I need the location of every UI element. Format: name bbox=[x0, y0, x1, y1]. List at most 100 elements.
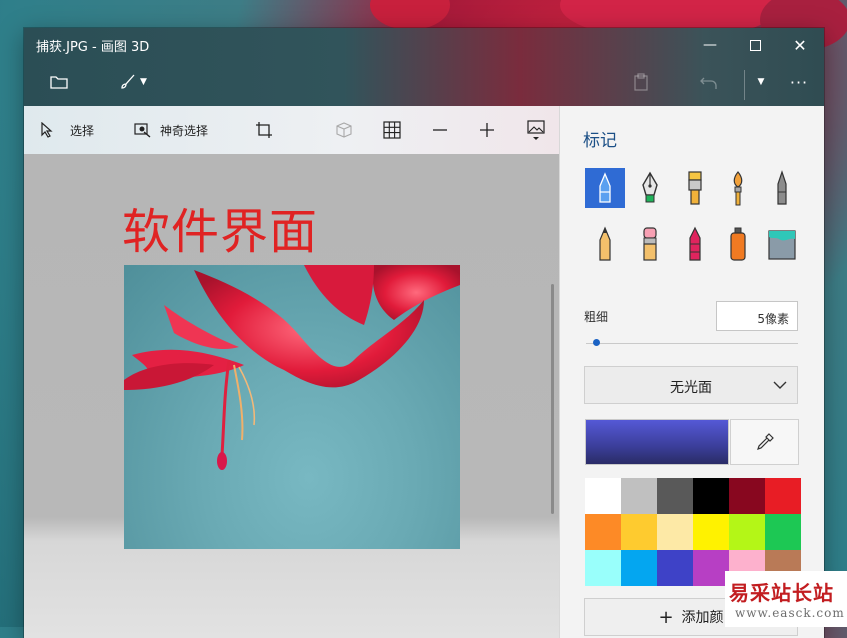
color-swatch[interactable] bbox=[657, 478, 693, 514]
thickness-slider-thumb[interactable] bbox=[592, 339, 600, 346]
3d-view-icon bbox=[336, 122, 352, 138]
marker-brush[interactable] bbox=[585, 168, 625, 208]
eyedropper-icon bbox=[756, 433, 774, 450]
paint3d-window: 捕获.JPG - 画图 3D — ✕ ▼ ▼ ··· 选择 神奇选择 软件界面 … bbox=[24, 28, 824, 638]
canvas-toolbar: 选择 神奇选择 bbox=[24, 106, 559, 154]
pixel-pen-brush[interactable] bbox=[762, 168, 802, 208]
minimize-button[interactable]: — bbox=[690, 32, 730, 58]
color-swatch[interactable] bbox=[657, 514, 693, 550]
pencil-icon bbox=[599, 226, 611, 261]
plus-icon bbox=[480, 123, 494, 137]
toolbar-divider bbox=[744, 70, 745, 100]
image-options-button[interactable] bbox=[527, 106, 545, 154]
eraser-brush[interactable] bbox=[630, 224, 670, 264]
color-swatch[interactable] bbox=[729, 514, 765, 550]
add-color-label: 添加颜 bbox=[681, 610, 724, 626]
paste-button[interactable] bbox=[628, 68, 654, 96]
close-button[interactable]: ✕ bbox=[780, 32, 820, 58]
grid-icon bbox=[383, 121, 401, 139]
image-icon bbox=[527, 120, 545, 140]
spray-can-icon bbox=[730, 227, 746, 261]
history-menu-button[interactable]: ▼ bbox=[751, 68, 771, 96]
thickness-label: 粗细 bbox=[584, 310, 609, 324]
color-swatch[interactable] bbox=[585, 514, 621, 550]
brush-menu-button[interactable]: ▼ bbox=[114, 68, 152, 96]
window-title: 捕获.JPG - 画图 3D bbox=[36, 40, 150, 55]
color-swatch[interactable] bbox=[765, 478, 801, 514]
titlebar: 捕获.JPG - 画图 3D — ✕ ▼ ▼ ··· bbox=[24, 28, 824, 106]
pencil-brush[interactable] bbox=[585, 224, 625, 264]
color-swatch[interactable] bbox=[621, 478, 657, 514]
watercolor-brush[interactable] bbox=[718, 168, 758, 208]
watermark-sub: www.easck.com bbox=[735, 606, 845, 620]
color-swatch[interactable] bbox=[621, 550, 657, 586]
crayon-brush[interactable] bbox=[675, 224, 715, 264]
fill-bucket-brush[interactable] bbox=[762, 224, 802, 264]
undo-icon bbox=[700, 77, 717, 89]
crop-icon bbox=[256, 122, 272, 138]
chevron-down-icon: ▼ bbox=[140, 77, 147, 87]
watermark-main: 易采站长站 bbox=[729, 581, 834, 605]
color-palette bbox=[585, 478, 801, 586]
marker-icon bbox=[599, 172, 611, 203]
color-swatch[interactable] bbox=[693, 514, 729, 550]
brush-icon bbox=[121, 74, 135, 89]
color-swatch[interactable] bbox=[729, 478, 765, 514]
thickness-input[interactable]: 5像素 bbox=[716, 301, 798, 331]
fill-bucket-icon bbox=[768, 230, 796, 260]
3d-view-button[interactable] bbox=[335, 106, 353, 154]
color-swatch[interactable] bbox=[693, 550, 729, 586]
menu-button[interactable] bbox=[46, 68, 72, 96]
grid-button[interactable] bbox=[383, 106, 401, 154]
undo-button[interactable] bbox=[696, 68, 722, 96]
plus-icon: + bbox=[658, 606, 674, 628]
canvas-heading: 软件界面 bbox=[122, 204, 319, 260]
minus-icon bbox=[433, 129, 447, 131]
crop-tool[interactable] bbox=[255, 106, 273, 154]
canvas-area[interactable]: 软件界面 bbox=[24, 154, 559, 638]
thickness-slider[interactable] bbox=[586, 343, 798, 344]
eraser-icon bbox=[643, 227, 657, 261]
magic-select-tool[interactable]: 神奇选择 bbox=[134, 106, 208, 154]
zoom-in-button[interactable] bbox=[479, 106, 495, 154]
background-petal bbox=[370, 0, 450, 30]
spray-can-brush[interactable] bbox=[718, 224, 758, 264]
zoom-out-button[interactable] bbox=[432, 106, 448, 154]
color-swatch[interactable] bbox=[657, 550, 693, 586]
oil-brush[interactable] bbox=[675, 168, 715, 208]
calligraphy-pen-icon bbox=[642, 171, 658, 203]
maximize-button[interactable] bbox=[735, 32, 775, 58]
oil-brush-icon bbox=[688, 171, 702, 205]
calligraphy-pen-brush[interactable] bbox=[630, 168, 670, 208]
crayon-icon bbox=[689, 226, 701, 261]
more-icon: ··· bbox=[789, 72, 809, 92]
finish-value: 无光面 bbox=[670, 380, 712, 396]
current-color-swatch[interactable] bbox=[585, 419, 729, 465]
markers-panel: 标记 粗细 5像素 无光面 + 添加颜 bbox=[559, 106, 824, 638]
panel-title: 标记 bbox=[583, 131, 617, 151]
folder-icon bbox=[50, 76, 68, 89]
cursor-icon bbox=[41, 122, 53, 138]
color-swatch[interactable] bbox=[585, 478, 621, 514]
watercolor-icon bbox=[733, 171, 743, 206]
color-swatch[interactable] bbox=[693, 478, 729, 514]
watermark: 易采站长站 www.easck.com bbox=[725, 571, 847, 627]
flower-photo bbox=[124, 265, 460, 549]
color-swatch[interactable] bbox=[585, 550, 621, 586]
eyedropper-button[interactable] bbox=[730, 419, 799, 465]
pixel-pen-icon bbox=[777, 170, 787, 205]
paste-icon bbox=[634, 73, 648, 91]
color-swatch[interactable] bbox=[621, 514, 657, 550]
select-label: 选择 bbox=[70, 123, 95, 138]
more-button[interactable]: ··· bbox=[786, 68, 812, 96]
color-swatch[interactable] bbox=[765, 514, 801, 550]
finish-dropdown[interactable]: 无光面 bbox=[584, 366, 798, 404]
select-tool[interactable]: 选择 bbox=[40, 106, 94, 154]
magic-select-icon bbox=[134, 123, 151, 138]
vertical-scrollbar[interactable] bbox=[551, 284, 554, 514]
maximize-icon bbox=[749, 39, 761, 51]
magic-select-label: 神奇选择 bbox=[160, 123, 209, 138]
chevron-down-icon bbox=[773, 381, 787, 389]
chevron-down-icon: ▼ bbox=[757, 77, 765, 87]
flower-illustration bbox=[124, 265, 460, 470]
